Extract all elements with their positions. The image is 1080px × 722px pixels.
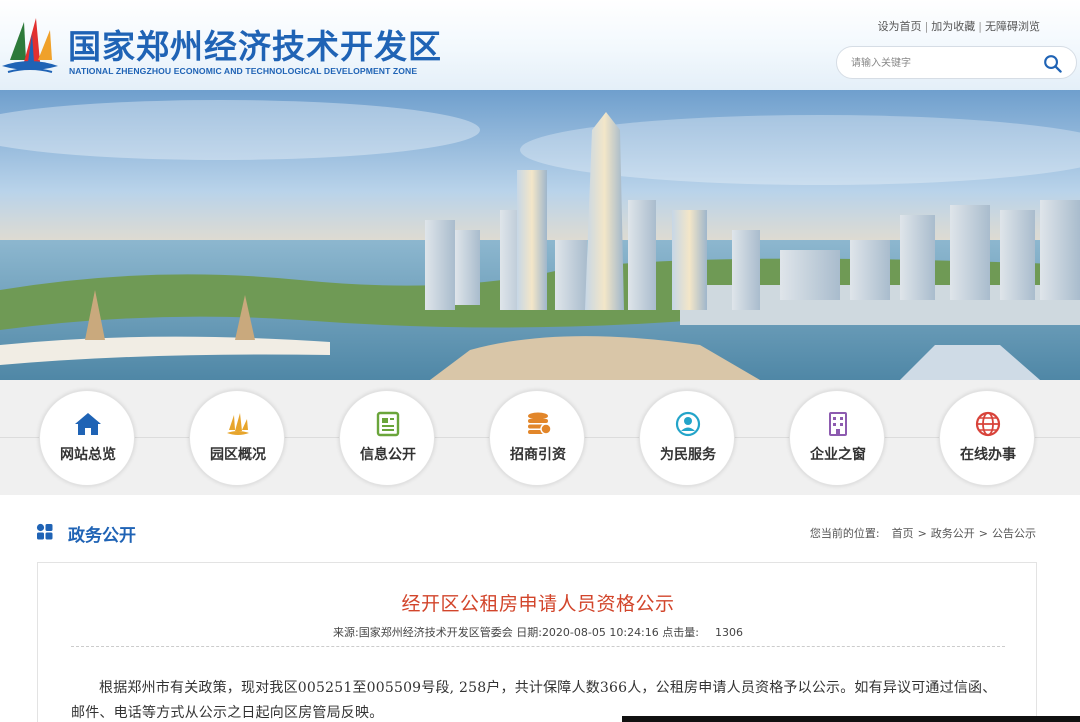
nav-item-overview[interactable]: 网站总览: [39, 390, 135, 486]
link-separator: |: [924, 20, 929, 33]
site-title: 国家郑州经济技术开发区: [68, 27, 442, 66]
article-title: 经开区公租房申请人员资格公示: [401, 593, 675, 615]
site-header: 国家郑州经济技术开发区 NATIONAL ZHENGZHOU ECONOMIC …: [0, 0, 1080, 90]
nav-label: 招商引资: [510, 447, 566, 463]
accessibility-link[interactable]: 无障碍浏览: [985, 20, 1040, 33]
link-separator: |: [978, 20, 982, 33]
coins-icon: [528, 412, 552, 435]
source-label: 来源:: [333, 626, 359, 639]
person-service-icon: [675, 411, 701, 437]
date-label: 日期:: [516, 626, 542, 639]
search-icon[interactable]: [1043, 54, 1062, 73]
article-meta: 来源:国家郑州经济技术开发区管委会 日期:2020-08-05 10:24:16…: [38, 624, 1038, 640]
article-panel: 经开区公租房申请人员资格公示 来源:国家郑州经济技术开发区管委会 日期:2020…: [37, 562, 1037, 722]
breadcrumb-announcements[interactable]: 公告公示: [992, 527, 1036, 540]
nav-item-enterprise-window[interactable]: 企业之窗: [789, 390, 885, 486]
search-box: [836, 46, 1077, 79]
set-homepage-link[interactable]: 设为首页: [878, 20, 922, 33]
nav-item-park-profile[interactable]: 园区概况: [189, 390, 285, 486]
breadcrumb-gov-affairs[interactable]: 政务公开: [931, 527, 975, 540]
source-value: 国家郑州经济技术开发区管委会: [358, 626, 513, 639]
breadcrumb-separator: >: [917, 527, 927, 540]
nav-item-investment[interactable]: 招商引资: [489, 390, 585, 486]
document-icon: [376, 411, 400, 437]
top-links: 设为首页 | 加为收藏 | 无障碍浏览: [878, 18, 1040, 34]
city-banner: [0, 90, 1080, 380]
nav-label: 企业之窗: [810, 447, 866, 463]
main-nav: 网站总览 园区概况 信息公开 招商引资 为民服务 企业之窗 在线办事: [0, 380, 1080, 495]
dark-overlay-bar: [622, 716, 1080, 722]
site-subtitle: NATIONAL ZHENGZHOU ECONOMIC AND TECHNOLO…: [69, 66, 418, 76]
grid-icon: [36, 523, 53, 540]
add-favorite-link[interactable]: 加为收藏: [931, 20, 975, 33]
breadcrumb-prefix: 您当前的位置:: [809, 527, 880, 540]
nav-item-public-service[interactable]: 为民服务: [639, 390, 735, 486]
sail-logo-icon[interactable]: [0, 12, 62, 80]
nav-label: 信息公开: [360, 447, 416, 463]
nav-label: 网站总览: [60, 447, 116, 463]
sail-logo-icon: [227, 413, 249, 435]
building-icon: [829, 412, 847, 436]
nav-label: 为民服务: [660, 447, 716, 463]
article-divider: [71, 646, 1005, 647]
banner-cityscape-image: [0, 90, 1080, 380]
home-icon: [75, 413, 101, 435]
breadcrumb-separator: >: [978, 527, 988, 540]
search-input[interactable]: [851, 54, 1031, 72]
section-title: 政务公开: [68, 526, 136, 546]
nav-label: 园区概况: [210, 447, 266, 463]
globe-icon: [975, 411, 1001, 437]
date-value: 2020-08-05 10:24:16: [541, 626, 659, 639]
breadcrumb: 您当前的位置: 首页 > 政务公开 > 公告公示: [810, 525, 1036, 541]
nav-item-info-disclosure[interactable]: 信息公开: [339, 390, 435, 486]
breadcrumb-home[interactable]: 首页: [892, 527, 914, 540]
nav-label: 在线办事: [960, 447, 1016, 463]
nav-item-online-service[interactable]: 在线办事: [939, 390, 1035, 486]
views-value: 1306: [714, 626, 743, 639]
views-label: 点击量:: [662, 626, 699, 639]
